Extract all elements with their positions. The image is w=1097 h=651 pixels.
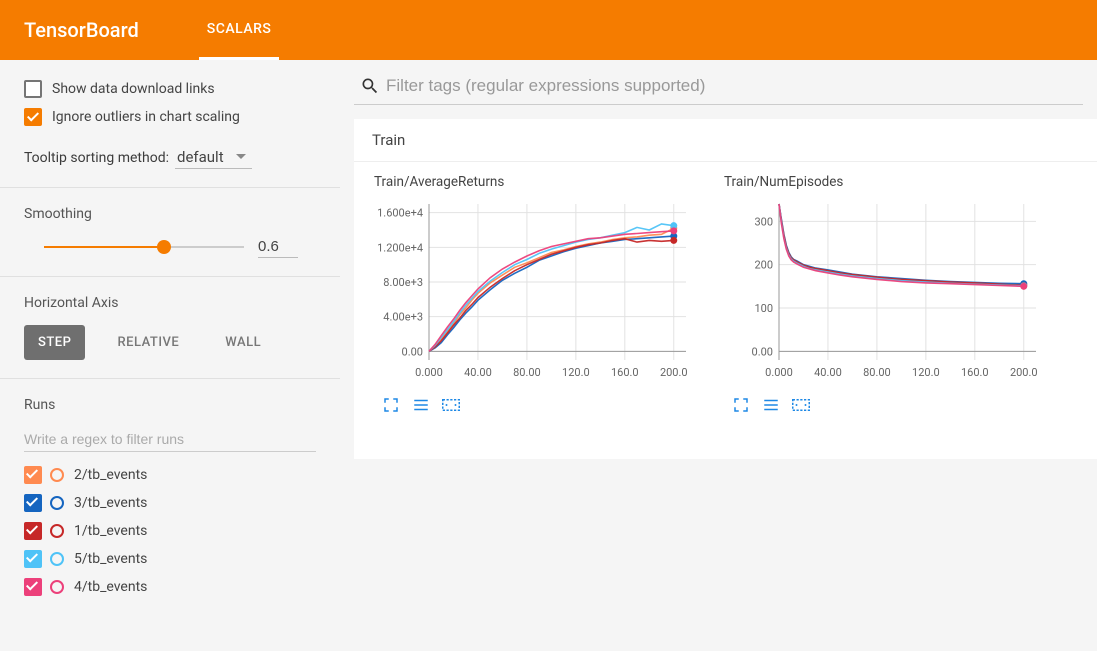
haxis-label: Horizontal Axis (24, 295, 316, 311)
tab-scalars[interactable]: SCALARS (199, 1, 280, 60)
svg-text:0.00: 0.00 (402, 345, 423, 358)
slider-fill (44, 246, 164, 248)
svg-text:160.0: 160.0 (961, 366, 989, 379)
expand-icon[interactable] (382, 396, 400, 414)
svg-text:0.000: 0.000 (765, 366, 793, 379)
svg-text:1.600e+4: 1.600e+4 (377, 207, 423, 220)
train-panel: Train Train/AverageReturns 0.00 4.00e+3 8.0… (354, 119, 1097, 459)
chart-title: Train/AverageReturns (374, 174, 704, 190)
svg-text:300: 300 (754, 215, 773, 228)
charts-row: Train/AverageReturns 0.00 4.00e+3 8.00e+3 1.… (354, 162, 1097, 426)
checkbox-ignore-outliers[interactable]: Ignore outliers in chart scaling (24, 108, 316, 126)
run-checkbox[interactable] (24, 578, 42, 596)
run-checkbox[interactable] (24, 522, 42, 540)
svg-text:80.00: 80.00 (863, 366, 891, 379)
runs-list: 2/tb_events 3/tb_events 1/tb_events 5/tb_ev… (24, 466, 316, 596)
svg-text:8.00e+3: 8.00e+3 (383, 276, 423, 289)
app-header: TensorBoard SCALARS (0, 0, 1097, 60)
checkbox-label: Ignore outliers in chart scaling (52, 109, 240, 125)
checkbox-icon (24, 80, 42, 98)
run-checkbox[interactable] (24, 466, 42, 484)
chart-toolbar (382, 396, 704, 414)
search-icon (360, 76, 380, 96)
tooltip-sort-select[interactable]: default (175, 146, 252, 169)
slider-thumb[interactable] (157, 240, 171, 254)
run-row[interactable]: 3/tb_events (24, 494, 316, 512)
svg-text:120.0: 120.0 (562, 366, 590, 379)
svg-text:1.200e+4: 1.200e+4 (377, 241, 423, 254)
run-label: 2/tb_events (74, 467, 147, 483)
run-color-swatch (50, 496, 64, 510)
tooltip-sort-label: Tooltip sorting method: (24, 150, 169, 166)
haxis-btn-relative[interactable]: RELATIVE (103, 325, 193, 360)
run-label: 4/tb_events (74, 579, 147, 595)
runs-filter-input[interactable] (24, 427, 316, 452)
smoothing-input[interactable] (258, 236, 298, 258)
app-logo: TensorBoard (24, 18, 139, 42)
run-checkbox[interactable] (24, 550, 42, 568)
chart-title: Train/NumEpisodes (724, 174, 1054, 190)
run-row[interactable]: 5/tb_events (24, 550, 316, 568)
svg-text:40.00: 40.00 (464, 366, 492, 379)
run-color-swatch (50, 468, 64, 482)
chart-svg[interactable]: 0.00 4.00e+3 8.00e+3 1.200e+4 1.600e+4 0.000 4… (364, 196, 694, 386)
checkbox-download-links[interactable]: Show data download links (24, 80, 316, 98)
chart-cell: Train/NumEpisodes 0.00 100 200 300 0.000 40.00… (714, 174, 1054, 414)
fit-domain-icon[interactable] (442, 396, 460, 414)
run-row[interactable]: 2/tb_events (24, 466, 316, 484)
haxis-btn-wall[interactable]: WALL (211, 325, 275, 360)
divider (0, 187, 340, 188)
toggle-y-log-icon[interactable] (412, 396, 430, 414)
toggle-y-log-icon[interactable] (762, 396, 780, 414)
svg-text:40.00: 40.00 (814, 366, 842, 379)
run-row[interactable]: 4/tb_events (24, 578, 316, 596)
panel-header[interactable]: Train (354, 119, 1097, 162)
tag-filter-input[interactable] (380, 74, 1077, 98)
expand-icon[interactable] (732, 396, 750, 414)
run-color-swatch (50, 524, 64, 538)
svg-text:0.000: 0.000 (415, 366, 443, 379)
svg-text:200.0: 200.0 (1010, 366, 1038, 379)
checkbox-icon (24, 108, 42, 126)
checkbox-label: Show data download links (52, 81, 215, 97)
divider (0, 378, 340, 379)
svg-text:100: 100 (754, 302, 773, 315)
svg-text:120.0: 120.0 (912, 366, 940, 379)
smoothing-label: Smoothing (24, 206, 316, 222)
run-label: 1/tb_events (74, 523, 147, 539)
haxis-btn-step[interactable]: STEP (24, 325, 85, 360)
run-label: 5/tb_events (74, 551, 147, 567)
haxis-button-group: STEP RELATIVE WALL (24, 325, 316, 360)
content: Train Train/AverageReturns 0.00 4.00e+3 8.0… (340, 60, 1097, 651)
tag-filter-bar (354, 74, 1083, 105)
chart-cell: Train/AverageReturns 0.00 4.00e+3 8.00e+3 1.… (364, 174, 704, 414)
divider (0, 276, 340, 277)
svg-text:80.00: 80.00 (513, 366, 541, 379)
run-color-swatch (50, 552, 64, 566)
run-color-swatch (50, 580, 64, 594)
tooltip-sort-value: default (177, 148, 224, 166)
smoothing-slider[interactable] (44, 240, 244, 254)
svg-text:4.00e+3: 4.00e+3 (383, 311, 423, 324)
run-checkbox[interactable] (24, 494, 42, 512)
svg-text:200: 200 (754, 259, 773, 272)
chart-svg[interactable]: 0.00 100 200 300 0.000 40.00 80.00 120.0 160.0 20… (714, 196, 1044, 386)
run-label: 3/tb_events (74, 495, 147, 511)
chart-toolbar (732, 396, 1054, 414)
svg-text:200.0: 200.0 (660, 366, 688, 379)
sidebar: Show data download links Ignore outliers… (0, 60, 340, 651)
svg-text:160.0: 160.0 (611, 366, 639, 379)
svg-text:0.00: 0.00 (752, 345, 773, 358)
run-row[interactable]: 1/tb_events (24, 522, 316, 540)
fit-domain-icon[interactable] (792, 396, 810, 414)
runs-label: Runs (24, 397, 316, 413)
